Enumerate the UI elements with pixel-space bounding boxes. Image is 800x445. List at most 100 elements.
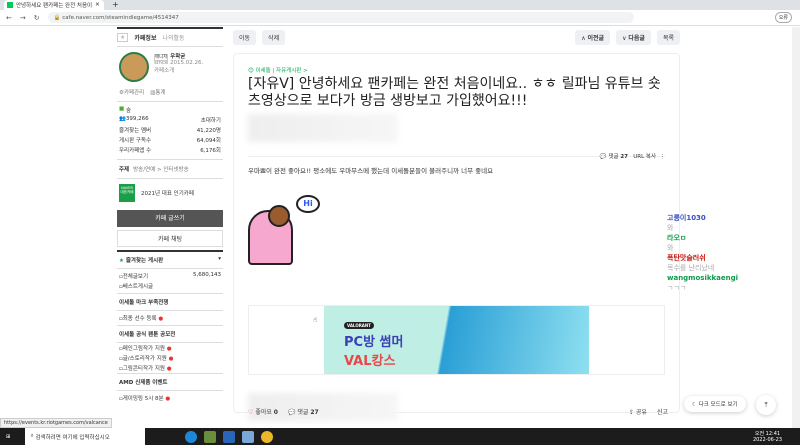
comments-link[interactable]: 댓글 27	[608, 154, 628, 160]
more-icon[interactable]: ⋮	[660, 154, 666, 160]
stat-label: 우리카페앱 수	[119, 148, 152, 154]
lock-icon: 🔒	[53, 14, 63, 21]
minecraft-icon[interactable]	[203, 430, 216, 443]
author-info-blurred	[248, 114, 398, 142]
forward-icon[interactable]: →	[20, 14, 26, 22]
banner-brand: VALORANT	[344, 322, 374, 329]
taskbar-search[interactable]: ⌕ 검색하려면 여기에 입력하십시오	[24, 428, 145, 445]
member-count: 👥399,266	[119, 116, 149, 122]
main-content: 이동 삭제 ∧ 이전글 ∨ 다음글 목록 😊 이세돌 | 자유게시판 > [자유…	[233, 27, 680, 421]
cafe-favicon	[7, 2, 13, 8]
tab-title: 안녕하세요 팬카페는 완전 처음이	[16, 3, 93, 9]
new-tab-button[interactable]: +	[112, 0, 119, 9]
naver-award-badge: NAVER 대표카페	[119, 184, 135, 202]
browser-tab[interactable]: 안녕하세요 팬카페는 완전 처음이 ✕	[4, 0, 104, 10]
chat-message: 목수를 난리났네	[667, 264, 715, 272]
board-emoji-icon: 😊	[248, 68, 254, 74]
sidebar: ★ 카페정보 나의활동 매니저 우왁굳 since 2015.02.26. 카페소개…	[117, 27, 223, 403]
url-input[interactable]: 🔒 cafe.naver.com/steamindiegame/4514347	[47, 12, 634, 23]
app-icon[interactable]	[241, 430, 254, 443]
stat-value: 41,220명	[196, 128, 221, 134]
write-post-button[interactable]: 카페 글쓰기	[117, 210, 223, 227]
board-item[interactable]: ▫게이밍링 5시 8분 ●	[119, 394, 170, 402]
star-icon[interactable]: ★	[117, 33, 129, 42]
scroll-top-button[interactable]: ⤒	[756, 395, 776, 415]
prev-post-button[interactable]: ∧ 이전글	[575, 29, 611, 45]
tab-strip: 안녕하세요 팬카페는 완전 처음이 ✕ +	[0, 0, 800, 10]
dark-mode-button[interactable]: ☾ 다크 모드로 보기	[684, 396, 746, 412]
share-button[interactable]: ⇪ 공유	[629, 407, 647, 416]
chat-user: 고릉이1030	[667, 214, 706, 222]
valorant-banner-image[interactable]: VALORANT PC방 썸머 VAL캉스	[324, 306, 589, 374]
chat-message: 와	[667, 224, 674, 232]
board-all-posts[interactable]: ▫전체글보기	[119, 272, 148, 280]
moon-icon: ☾	[692, 402, 697, 408]
banner-line1: PC방 썸머	[344, 335, 404, 350]
reload-icon[interactable]: ↻	[34, 14, 40, 22]
award-text: 2021년 대표 인기카페	[141, 191, 194, 197]
post-title: [자유ᐯ] 안녕하세요 팬카페는 완전 처음이네요.. ㅎㅎ 릴파님 유튜브 숏…	[248, 76, 661, 109]
taskbar-clock[interactable]: 오전 12:41 2022-06-23	[753, 431, 782, 443]
stat-value: 64,094회	[196, 138, 221, 144]
since-date: since 2015.02.26.	[154, 60, 204, 66]
chrome-icon[interactable]	[260, 430, 273, 443]
stream-chat-overlay: 고릉이1030 와 라오ㅁ 와 폭탄맛슬러쉬목수를 난리났네 wangmosikka…	[667, 213, 738, 293]
ad-banner[interactable]: ☝ VALORANT PC방 썸머 VAL캉스	[248, 305, 665, 375]
taskbar: ⊞ ⌕ 검색하려면 여기에 입력하십시오 오전 12:41 2022-06-23	[0, 428, 800, 445]
caret-down-icon: ▾	[218, 256, 221, 262]
board-item[interactable]: ▫메인그림작가 지원 ●	[119, 344, 172, 352]
close-icon[interactable]: ✕	[95, 2, 100, 8]
like-button[interactable]: ♡ 좋아요 0	[248, 407, 278, 416]
stat-label: 게시판 구독수	[119, 138, 152, 144]
star-icon: ★	[119, 258, 124, 264]
edge-icon[interactable]	[184, 430, 197, 443]
list-button[interactable]: 목록	[656, 29, 680, 45]
move-button[interactable]: 이동	[233, 29, 257, 45]
cafe-intro-link[interactable]: 카페소개	[154, 68, 174, 74]
delete-button[interactable]: 삭제	[262, 29, 286, 45]
chat-user: 폭탄맛슬러쉬	[667, 254, 706, 262]
stat-value: 6,176회	[200, 148, 221, 154]
cafe-level: 숲	[125, 108, 132, 114]
speech-bubble: Hi	[296, 195, 320, 213]
chat-user: 라오ㅁ	[667, 234, 687, 242]
scrollbar[interactable]	[792, 27, 800, 428]
profile-button[interactable]: 오류	[774, 12, 792, 23]
status-url: https://events.kr.riotgames.com/valcance	[0, 418, 112, 428]
windows-start-icon[interactable]: ⊞	[6, 434, 11, 440]
cafe-chat-button[interactable]: 카페 채팅	[117, 230, 223, 247]
address-bar-row: ← → ↻ 🔒 cafe.naver.com/steamindiegame/4514…	[0, 10, 800, 26]
board-item[interactable]: ▫그림콘티작가 지원 ●	[119, 364, 172, 372]
back-icon[interactable]: ←	[6, 14, 12, 22]
board-best[interactable]: ▫베스트게시글	[119, 282, 153, 290]
board-link[interactable]: 😊 이세돌 | 자유게시판 >	[248, 66, 665, 74]
cursor-hand-icon: ☝	[313, 316, 318, 324]
cafe-logo	[119, 52, 149, 82]
comments-button[interactable]: 💬 댓글 27	[288, 407, 319, 416]
report-button[interactable]: 신고	[657, 407, 668, 416]
tab-cafe-info[interactable]: 카페정보	[134, 33, 156, 42]
board-section-title: 이세돌 공식 팬툰 공모전	[117, 325, 223, 342]
chat-user: wangmosikkaengi	[667, 274, 739, 282]
stat-label: 즐겨찾는 멤버	[119, 128, 152, 134]
topic-value[interactable]: 방송/연예 > 인터넷방송	[133, 165, 189, 173]
next-post-button[interactable]: ∨ 다음글	[616, 29, 651, 45]
url-copy-button[interactable]: URL 복사	[633, 154, 656, 160]
topic-label: 주제	[119, 167, 130, 173]
url-text: cafe.naver.com/steamindiegame/4514347	[62, 14, 179, 21]
chat-message: 와	[667, 244, 674, 252]
board-section-title: AMD 신제품 이벤트	[117, 373, 223, 390]
stats-link[interactable]: ▥통계	[150, 88, 165, 96]
comment-icon: 💬	[599, 154, 607, 160]
cafe-manage-link[interactable]: ⚙카페관리	[119, 88, 144, 96]
tab-my-activity[interactable]: 나의활동	[162, 33, 184, 42]
sticker-image: Hi	[248, 195, 320, 265]
board-section-title: 이세돌 마크 부족전쟁	[117, 293, 223, 310]
chat-message: ㄱㄱㄱ	[667, 284, 687, 292]
vscode-icon[interactable]	[222, 430, 235, 443]
invite-link[interactable]: 초대하기	[201, 116, 221, 124]
level-icon: ■	[119, 106, 125, 112]
board-item[interactable]: ▫최종 선수 등록 ●	[119, 314, 163, 322]
favorite-boards-header[interactable]: ★ 즐겨찾는 게시판 ▾	[117, 250, 223, 268]
board-item[interactable]: ▫글/스토리작가 지원 ●	[119, 354, 173, 362]
